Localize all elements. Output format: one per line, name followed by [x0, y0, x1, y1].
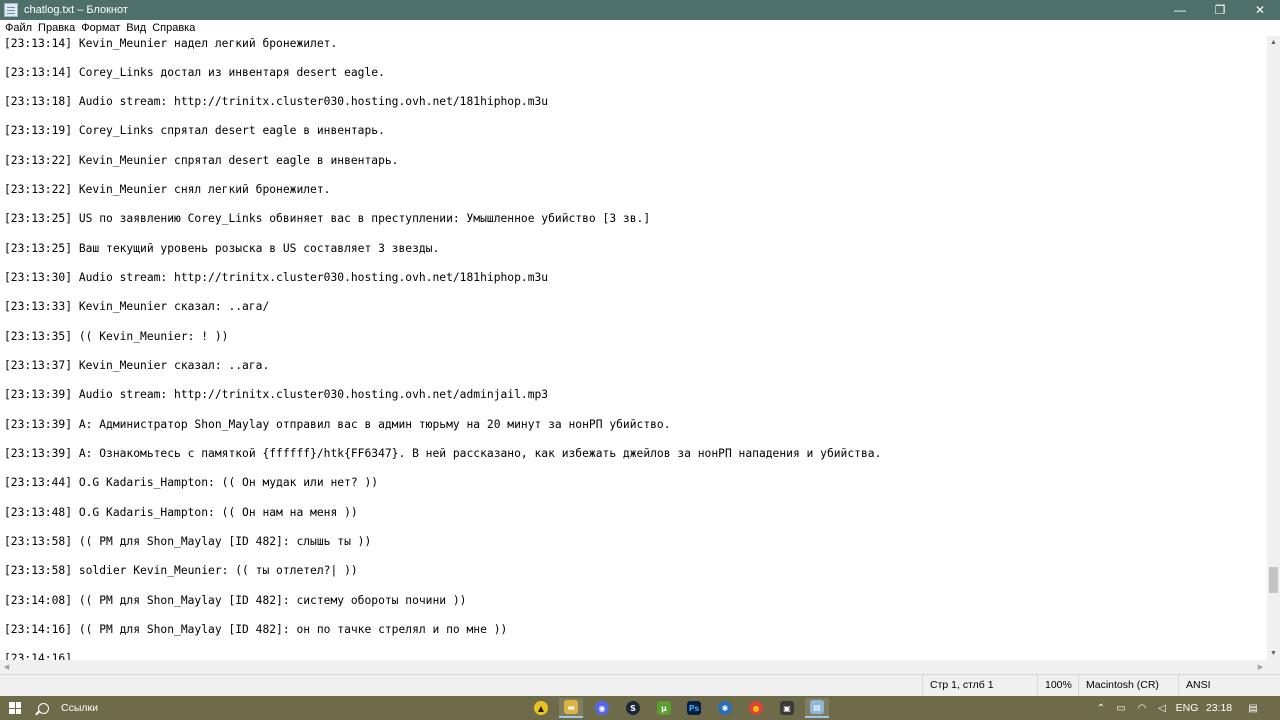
text-line: [23:14:16]: [4, 652, 73, 660]
text-line: [23:13:30] Audio stream: http://trinitx.…: [4, 271, 549, 284]
text-line: [23:13:44] O.G Kadaris_Hampton: (( Он му…: [4, 476, 379, 489]
app-blue-icon: ✱: [718, 701, 732, 715]
taskbar-utorrent[interactable]: µ: [652, 698, 676, 718]
notifications-icon[interactable]: ▤: [1242, 696, 1264, 720]
menu-edit[interactable]: Правка: [35, 20, 78, 36]
search-icon: [38, 702, 49, 714]
title-bar: chatlog.txt – Блокнот — ❐ ✕: [0, 0, 1280, 20]
menu-view[interactable]: Вид: [123, 20, 149, 36]
volume-icon[interactable]: ◁: [1153, 696, 1171, 720]
battery-icon[interactable]: ▭: [1112, 696, 1130, 720]
menu-file[interactable]: Файл: [2, 20, 35, 36]
text-line: [23:14:16] (( PM для Shon_Maylay [ID 482…: [4, 623, 508, 636]
clock[interactable]: 23:18: [1203, 696, 1235, 720]
scroll-down-arrow-icon[interactable]: ▼: [1267, 647, 1280, 660]
status-zoom: 100%: [1037, 675, 1079, 696]
text-line: [23:13:48] O.G Kadaris_Hampton: (( Он на…: [4, 506, 358, 519]
status-encoding: ANSI: [1178, 675, 1280, 696]
taskbar-app-yellow[interactable]: ▲: [529, 698, 553, 718]
status-position: Стр 1, стлб 1: [922, 675, 1040, 696]
taskbar-game-app[interactable]: ▣: [775, 698, 799, 718]
text-editor[interactable]: [23:13:14] Kevin_Meunier надел легкий бр…: [0, 36, 1267, 660]
folder-icon: ▬: [564, 700, 578, 714]
text-line: [23:13:39] A: Администратор Shon_Maylay …: [4, 418, 671, 431]
taskbar: Ссылки ▲ ▬ ◉ S µ Ps ✱ ● ▣ ▤ ⌃ ▭ ◠ ◁ ENG …: [0, 696, 1280, 720]
minimize-button[interactable]: —: [1160, 0, 1200, 20]
tray-chevron-up-icon[interactable]: ⌃: [1092, 696, 1110, 720]
text-line: [23:13:22] Kevin_Meunier спрятал desert …: [4, 154, 399, 167]
windows-logo-icon: [9, 702, 21, 714]
taskbar-search[interactable]: Ссылки: [30, 696, 500, 720]
discord-icon: ◉: [595, 701, 609, 715]
utorrent-icon: µ: [657, 701, 671, 715]
text-line: [23:13:39] Audio stream: http://trinitx.…: [4, 388, 549, 401]
text-line: [23:13:25] US по заявлению Corey_Links о…: [4, 212, 651, 225]
vertical-scrollbar[interactable]: ▲ ▼: [1267, 36, 1280, 660]
notepad-icon: ▤: [810, 700, 824, 714]
menu-bar: Файл Правка Формат Вид Справка: [0, 20, 1280, 36]
scroll-right-arrow-icon[interactable]: ▶: [1254, 660, 1267, 674]
text-line: [23:13:25] Ваш текущий уровень розыска в…: [4, 242, 440, 255]
text-line: [23:13:37] Kevin_Meunier сказал: ..ага.: [4, 359, 270, 372]
taskbar-file-explorer[interactable]: ▬: [559, 698, 583, 718]
status-bar: Стр 1, стлб 1 100% Macintosh (CR) ANSI: [0, 674, 1280, 696]
menu-format[interactable]: Формат: [78, 20, 123, 36]
taskbar-app-blue[interactable]: ✱: [713, 698, 737, 718]
taskbar-notepad[interactable]: ▤: [805, 698, 829, 718]
text-line: [23:13:58] (( PM для Shon_Maylay [ID 482…: [4, 535, 372, 548]
text-line: [23:13:58] soldier Kevin_Meunier: (( ты …: [4, 564, 358, 577]
text-line: [23:14:08] (( PM для Shon_Maylay [ID 482…: [4, 594, 467, 607]
search-label: Ссылки: [61, 702, 98, 714]
start-button[interactable]: [0, 696, 30, 720]
horizontal-scrollbar[interactable]: ◀ ▶: [0, 660, 1280, 674]
window-controls: — ❐ ✕: [1160, 0, 1280, 20]
taskbar-chrome[interactable]: ●: [744, 698, 768, 718]
notepad-icon: [4, 3, 18, 17]
taskbar-photoshop[interactable]: Ps: [682, 698, 706, 718]
wifi-icon[interactable]: ◠: [1132, 696, 1152, 720]
text-line: [23:13:18] Audio stream: http://trinitx.…: [4, 95, 549, 108]
text-line: [23:13:22] Kevin_Meunier снял легкий бро…: [4, 183, 331, 196]
status-line-endings: Macintosh (CR): [1078, 675, 1178, 696]
maximize-button[interactable]: ❐: [1200, 0, 1240, 20]
menu-help[interactable]: Справка: [149, 20, 198, 36]
scroll-up-arrow-icon[interactable]: ▲: [1267, 36, 1280, 49]
game-app-icon: ▣: [780, 701, 794, 715]
text-line: [23:13:33] Kevin_Meunier сказал: ..ага/: [4, 300, 270, 313]
scroll-left-arrow-icon[interactable]: ◀: [0, 660, 13, 674]
app-yellow-icon: ▲: [534, 701, 548, 715]
text-line: [23:13:39] A: Ознакомьтесь с памяткой {f…: [4, 447, 882, 460]
taskbar-steam[interactable]: S: [621, 698, 645, 718]
window-title: chatlog.txt – Блокнот: [24, 4, 128, 16]
steam-icon: S: [626, 701, 640, 715]
scrollbar-thumb[interactable]: [1269, 567, 1278, 593]
close-button[interactable]: ✕: [1240, 0, 1280, 20]
photoshop-icon: Ps: [687, 701, 701, 715]
language-indicator[interactable]: ENG: [1172, 696, 1202, 720]
chrome-icon: ●: [749, 701, 763, 715]
text-line: [23:13:35] (( Kevin_Meunier: ! )): [4, 330, 229, 343]
taskbar-discord[interactable]: ◉: [590, 698, 614, 718]
text-line: [23:13:14] Corey_Links достал из инвента…: [4, 66, 385, 79]
text-line: [23:13:14] Kevin_Meunier надел легкий бр…: [4, 37, 338, 50]
text-line: [23:13:19] Corey_Links спрятал desert ea…: [4, 124, 385, 137]
